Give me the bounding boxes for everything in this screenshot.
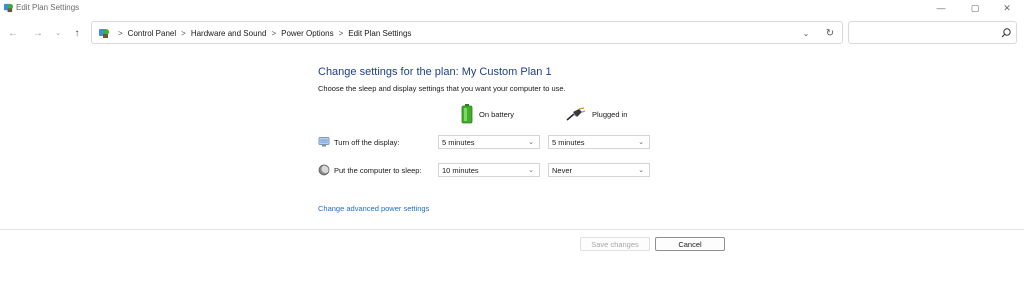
row-turn-off-display: Turn off the display: (318, 135, 399, 149)
power-plug-icon (566, 107, 586, 121)
breadcrumb: > Control Panel > Hardware and Sound > P… (113, 29, 411, 38)
chevron-down-icon: ⌄ (528, 167, 534, 174)
display-icon (318, 137, 330, 147)
select-value: 10 minutes (442, 165, 479, 175)
maximize-button[interactable]: ▢ (959, 0, 991, 16)
recent-locations-button[interactable]: ⌄ (51, 26, 65, 40)
refresh-button[interactable]: ↻ (823, 26, 837, 40)
breadcrumb-separator: > (271, 29, 277, 38)
window-title: Edit Plan Settings (16, 3, 80, 12)
up-button[interactable]: ↑ (70, 26, 84, 40)
select-value: 5 minutes (552, 137, 585, 147)
page-subtitle: Choose the sleep and display settings th… (318, 84, 566, 93)
sleep-plugged-in-select[interactable]: Never ⌄ (548, 163, 650, 177)
forward-button[interactable]: → (31, 26, 45, 40)
minimize-button[interactable]: — (925, 0, 957, 16)
search-input[interactable] (848, 21, 1017, 44)
column-plugged-in: Plugged in (566, 104, 627, 124)
control-panel-icon (3, 3, 14, 13)
address-dropdown-button[interactable]: ⌄ (800, 27, 812, 39)
address-bar[interactable]: > Control Panel > Hardware and Sound > P… (91, 21, 843, 44)
select-value: 5 minutes (442, 137, 475, 147)
select-value: Never (552, 165, 573, 175)
chevron-down-icon: ⌄ (638, 167, 644, 174)
breadcrumb-separator: > (118, 29, 123, 38)
sleep-moon-icon (318, 164, 330, 176)
control-panel-icon (99, 29, 109, 38)
title-bar: Edit Plan Settings — ▢ ✕ (0, 0, 1024, 16)
close-button[interactable]: ✕ (991, 0, 1023, 16)
column-on-battery: On battery (461, 104, 514, 124)
back-button[interactable]: ← (6, 26, 20, 40)
breadcrumb-control-panel[interactable]: Control Panel (128, 29, 176, 38)
advanced-power-settings-link[interactable]: Change advanced power settings (318, 204, 429, 213)
battery-icon (461, 104, 473, 124)
page-title: Change settings for the plan: My Custom … (318, 66, 552, 78)
breadcrumb-power-options[interactable]: Power Options (281, 29, 333, 38)
display-on-battery-select[interactable]: 5 minutes ⌄ (438, 135, 540, 149)
breadcrumb-edit-plan-settings[interactable]: Edit Plan Settings (348, 29, 411, 38)
row-label: Put the computer to sleep: (334, 165, 422, 175)
breadcrumb-separator: > (338, 29, 344, 38)
sleep-on-battery-select[interactable]: 10 minutes ⌄ (438, 163, 540, 177)
row-put-computer-to-sleep: Put the computer to sleep: (318, 163, 422, 177)
column-label: On battery (479, 109, 515, 119)
search-icon (1001, 28, 1011, 38)
row-label: Turn off the display: (334, 137, 400, 147)
display-plugged-in-select[interactable]: 5 minutes ⌄ (548, 135, 650, 149)
footer-divider (0, 229, 1024, 230)
breadcrumb-hardware-and-sound[interactable]: Hardware and Sound (191, 29, 267, 38)
chevron-down-icon: ⌄ (528, 139, 534, 146)
save-changes-button[interactable]: Save changes (580, 237, 650, 251)
cancel-button[interactable]: Cancel (655, 237, 725, 251)
column-label: Plugged in (592, 109, 628, 119)
chevron-down-icon: ⌄ (638, 139, 644, 146)
breadcrumb-separator: > (181, 29, 186, 38)
